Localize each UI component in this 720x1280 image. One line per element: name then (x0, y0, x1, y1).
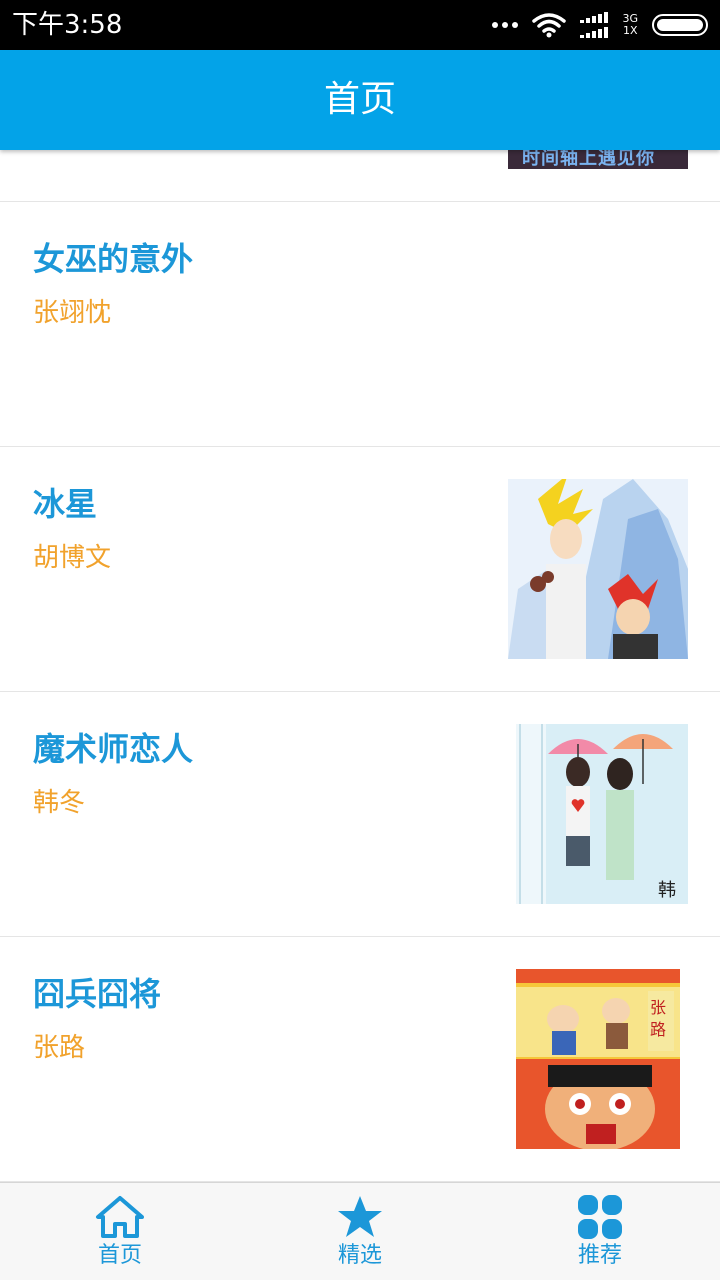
more-dots-icon (492, 22, 519, 28)
page-title: 首页 (323, 79, 396, 120)
wifi-icon (532, 13, 567, 38)
comic-author: 胡博文 (33, 543, 112, 573)
tab-featured[interactable]: 精选 (240, 1183, 480, 1280)
list-item[interactable]: 冰星 胡博文 (0, 447, 720, 692)
svg-text:张: 张 (650, 998, 666, 1017)
cover-title-text: 时间轴上遇见你 (522, 150, 655, 169)
home-icon (96, 1196, 144, 1238)
star-icon (338, 1196, 382, 1237)
cover-image: 韩 (508, 724, 688, 904)
comic-title: 女巫的意外 (33, 240, 194, 278)
comic-author: 张路 (33, 1033, 86, 1063)
tab-recommend-label: 推荐 (577, 1243, 622, 1268)
comic-title: 囧兵囧将 (33, 975, 162, 1013)
list-item[interactable]: 囧兵囧将 张路 张 路 (0, 937, 720, 1182)
bottom-nav: 首页 精选 推荐 (0, 1182, 720, 1280)
comic-title: 魔术师恋人 (33, 730, 194, 768)
comic-list[interactable]: 时间轴上遇见你 女巫的意外 张翊忱 冰星 胡博文 魔术师恋人 韩冬 韩 囧兵囧将… (0, 150, 720, 1182)
grid-icon (578, 1195, 622, 1239)
cover-image: 时间轴上遇见你 (508, 150, 688, 169)
comic-title: 冰星 (33, 485, 98, 523)
app-header: 首页 (0, 50, 720, 150)
network-type: 3G 1X (622, 13, 638, 37)
list-item[interactable]: 女巫的意外 张翊忱 (0, 202, 720, 447)
svg-text:韩: 韩 (658, 880, 676, 901)
cover-image (508, 479, 688, 659)
status-time: 下午3:58 (12, 10, 123, 40)
list-item-partial[interactable]: 时间轴上遇见你 (0, 150, 720, 202)
list-item[interactable]: 魔术师恋人 韩冬 韩 (0, 692, 720, 937)
tab-recommend[interactable]: 推荐 (480, 1183, 720, 1280)
cover-image: 张 路 (508, 969, 688, 1149)
tab-home-label: 首页 (97, 1243, 142, 1268)
network-type-bottom: 1X (622, 24, 638, 37)
signal-icon (580, 12, 609, 38)
svg-text:路: 路 (650, 1020, 666, 1039)
comic-author: 张翊忱 (33, 298, 112, 328)
battery-icon (652, 14, 708, 36)
comic-author: 韩冬 (33, 788, 86, 818)
tab-featured-label: 精选 (337, 1243, 382, 1268)
tab-home[interactable]: 首页 (0, 1183, 240, 1280)
status-bar: 下午3:58 3G 1X (0, 0, 720, 50)
status-icons: 3G 1X (492, 9, 708, 41)
